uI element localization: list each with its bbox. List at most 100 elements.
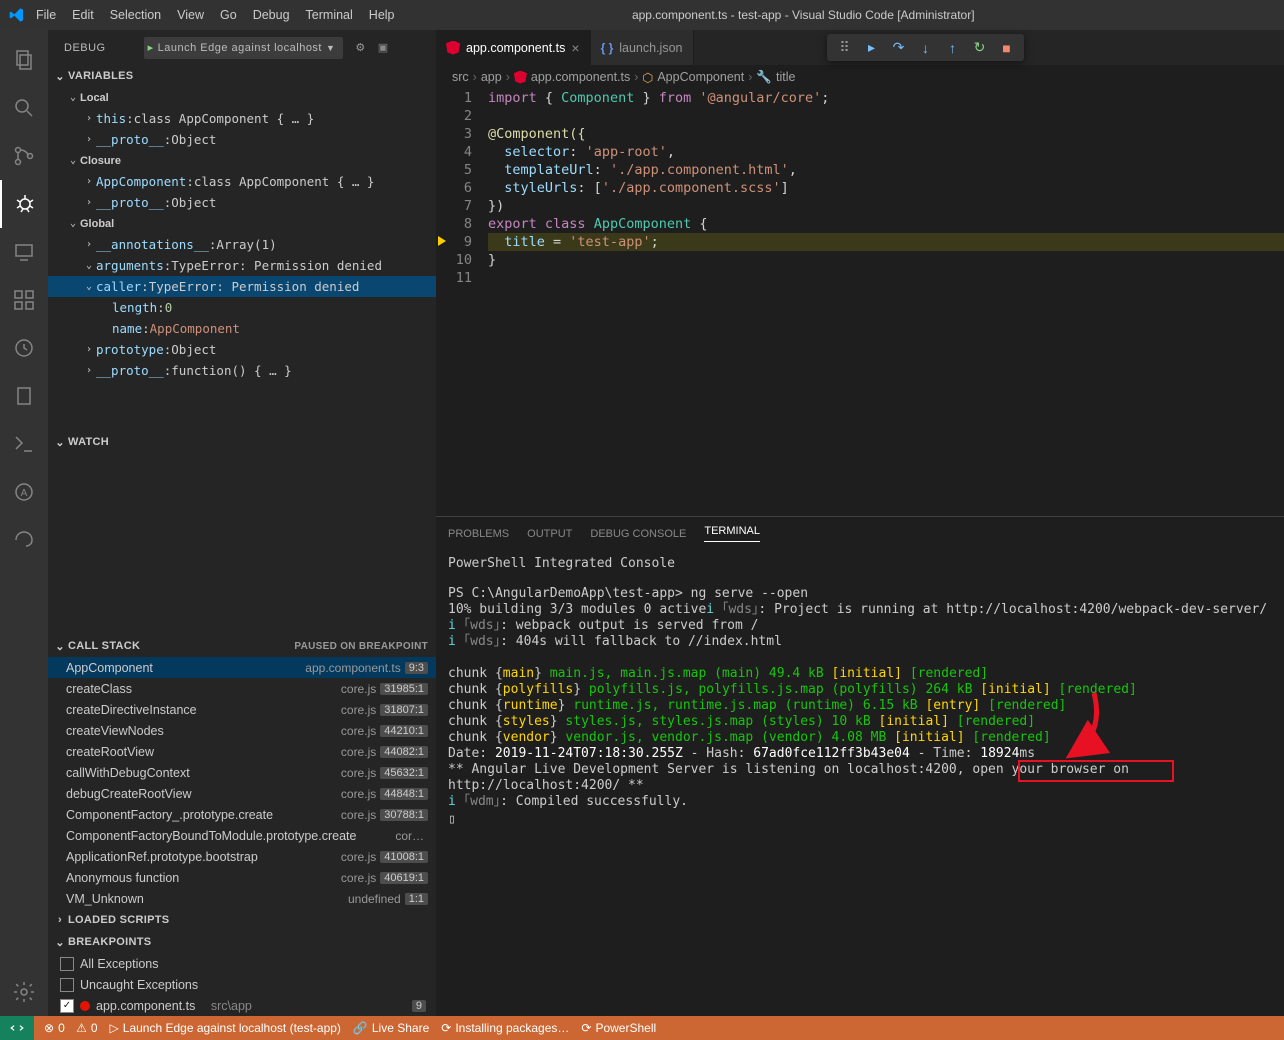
tab-app-component[interactable]: app.component.ts×: [436, 30, 591, 65]
code-editor[interactable]: 1234567891011 import { Component } from …: [436, 89, 1284, 299]
status-liveshare[interactable]: 🔗Live Share: [347, 1016, 435, 1040]
continue-icon[interactable]: ▸: [858, 34, 885, 61]
menu-help[interactable]: Help: [361, 2, 403, 28]
remote-icon[interactable]: [0, 1016, 34, 1040]
var-row[interactable]: ⌄caller: TypeError: Permission denied: [48, 276, 436, 297]
tab-launch-json[interactable]: { }launch.json: [591, 30, 694, 65]
grip-icon[interactable]: ⠿: [831, 34, 858, 61]
scope-closure[interactable]: ⌄Closure: [48, 150, 436, 171]
debug-title: DEBUG: [64, 42, 106, 54]
explorer-icon[interactable]: [0, 36, 48, 84]
status-errors[interactable]: ⊗0 ⚠0: [38, 1016, 104, 1040]
var-row[interactable]: ⌄arguments: TypeError: Permission denied: [48, 255, 436, 276]
status-installing[interactable]: ⟳Installing packages…: [435, 1016, 575, 1040]
scope-local[interactable]: ⌄Local: [48, 87, 436, 108]
terminal-line: i ｢wdm｣: Compiled successfully.: [448, 794, 1272, 810]
menu-go[interactable]: Go: [212, 2, 245, 28]
callstack-row[interactable]: createDirectiveInstancecore.js31807:1: [48, 699, 436, 720]
var-row[interactable]: ›__proto__: function() { … }: [48, 360, 436, 381]
stop-icon[interactable]: ■: [993, 34, 1020, 61]
annotation-arrow-icon: [1054, 683, 1114, 763]
misc-icon-4[interactable]: A: [0, 468, 48, 516]
bp-file[interactable]: ✓app.component.ts src\app9: [48, 995, 436, 1016]
var-row[interactable]: ›__proto__: Object: [48, 192, 436, 213]
section-watch[interactable]: ⌄WATCH: [48, 431, 436, 453]
gear-icon[interactable]: ⚙: [355, 41, 365, 54]
callstack-row[interactable]: callWithDebugContextcore.js45632:1: [48, 762, 436, 783]
panel-tab-problems[interactable]: PROBLEMS: [448, 528, 509, 540]
callstack-row[interactable]: AppComponentapp.component.ts9:3: [48, 657, 436, 678]
terminal-line: i ｢wds｣: 404s will fallback to //index.h…: [448, 634, 1272, 650]
section-callstack[interactable]: ⌄CALL STACKPAUSED ON BREAKPOINT: [48, 635, 436, 657]
callstack-row[interactable]: ComponentFactoryBoundToModule.prototype.…: [48, 825, 436, 846]
status-launch[interactable]: ▷Launch Edge against localhost (test-app…: [104, 1016, 347, 1040]
terminal-line: PS C:\AngularDemoApp\test-app> ng serve …: [448, 586, 1272, 602]
source-control-icon[interactable]: [0, 132, 48, 180]
terminal-body[interactable]: PowerShell Integrated Console PS C:\Angu…: [436, 550, 1284, 1016]
menu-terminal[interactable]: Terminal: [298, 2, 361, 28]
step-out-icon[interactable]: ↑: [939, 34, 966, 61]
checkbox-checked-icon[interactable]: ✓: [60, 999, 74, 1013]
remote-icon[interactable]: [0, 228, 48, 276]
callstack-row[interactable]: createViewNodescore.js44210:1: [48, 720, 436, 741]
section-loaded[interactable]: ›LOADED SCRIPTS: [48, 909, 436, 931]
callstack-row[interactable]: ComponentFactory_.prototype.createcore.j…: [48, 804, 436, 825]
breadcrumb[interactable]: src› app› app.component.ts› ⬡AppComponen…: [436, 65, 1284, 89]
var-row[interactable]: ›__annotations__: Array(1): [48, 234, 436, 255]
debug-console-icon[interactable]: ▣: [378, 41, 389, 54]
terminal-line: i ｢wds｣: webpack output is served from /: [448, 618, 1272, 634]
play-icon: ▷: [110, 1021, 119, 1035]
checkbox-icon[interactable]: [60, 978, 74, 992]
menu-edit[interactable]: Edit: [64, 2, 102, 28]
panel-terminal: PROBLEMS OUTPUT DEBUG CONSOLE TERMINAL P…: [436, 516, 1284, 1016]
extensions-icon[interactable]: [0, 276, 48, 324]
bp-all-exceptions[interactable]: All Exceptions: [48, 953, 436, 974]
checkbox-icon[interactable]: [60, 957, 74, 971]
terminal-line: chunk {polyfills} polyfills.js, polyfill…: [448, 682, 1272, 698]
misc-icon-3[interactable]: [0, 420, 48, 468]
callstack-row[interactable]: VM_Unknownundefined1:1: [48, 888, 436, 909]
var-row[interactable]: ›__proto__: Object: [48, 129, 436, 150]
editor-tabs: app.component.ts× { }launch.json ⠿ ▸ ↷ ↓…: [436, 30, 1284, 65]
code-source[interactable]: import { Component } from '@angular/core…: [488, 89, 1284, 287]
restart-icon[interactable]: ↻: [966, 34, 993, 61]
section-variables[interactable]: ⌄VARIABLES: [48, 65, 436, 87]
misc-icon-5[interactable]: [0, 516, 48, 564]
debug-icon[interactable]: [0, 180, 48, 228]
var-row[interactable]: ›this: class AppComponent { … }: [48, 108, 436, 129]
callstack-row[interactable]: ApplicationRef.prototype.bootstrapcore.j…: [48, 846, 436, 867]
misc-icon-2[interactable]: [0, 372, 48, 420]
var-row[interactable]: ›prototype: Object: [48, 339, 436, 360]
search-icon[interactable]: [0, 84, 48, 132]
section-breakpoints[interactable]: ⌄BREAKPOINTS: [48, 931, 436, 953]
callstack-row[interactable]: createClasscore.js31985:1: [48, 678, 436, 699]
step-into-icon[interactable]: ↓: [912, 34, 939, 61]
menu-file[interactable]: File: [28, 2, 64, 28]
bp-uncaught[interactable]: Uncaught Exceptions: [48, 974, 436, 995]
close-icon[interactable]: ×: [571, 40, 579, 56]
var-row[interactable]: name: AppComponent: [48, 318, 436, 339]
launch-config-dropdown[interactable]: ▸ Launch Edge against localhost ▼: [144, 37, 344, 59]
panel-tab-output[interactable]: OUTPUT: [527, 528, 572, 540]
menu-debug[interactable]: Debug: [245, 2, 298, 28]
angular-icon: [446, 41, 460, 55]
menu-view[interactable]: View: [169, 2, 212, 28]
pause-status: PAUSED ON BREAKPOINT: [294, 641, 428, 652]
terminal-title: PowerShell Integrated Console: [448, 556, 1272, 572]
misc-icon-1[interactable]: [0, 324, 48, 372]
scope-global[interactable]: ⌄Global: [48, 213, 436, 234]
callstack-row[interactable]: Anonymous functioncore.js40619:1: [48, 867, 436, 888]
callstack-row[interactable]: createRootViewcore.js44082:1: [48, 741, 436, 762]
panel-tab-terminal[interactable]: TERMINAL: [704, 525, 760, 542]
status-powershell[interactable]: ⟳PowerShell: [575, 1016, 662, 1040]
launch-config-label: Launch Edge against localhost: [158, 42, 322, 54]
debug-toolbar[interactable]: ⠿ ▸ ↷ ↓ ↑ ↻ ■: [827, 34, 1024, 61]
var-row[interactable]: ›AppComponent: class AppComponent { … }: [48, 171, 436, 192]
var-row[interactable]: length: 0: [48, 297, 436, 318]
menu-selection[interactable]: Selection: [102, 2, 169, 28]
localhost-url[interactable]: http://localhost:4200/: [448, 778, 620, 793]
panel-tab-debugconsole[interactable]: DEBUG CONSOLE: [590, 528, 686, 540]
callstack-row[interactable]: debugCreateRootViewcore.js44848:1: [48, 783, 436, 804]
step-over-icon[interactable]: ↷: [885, 34, 912, 61]
settings-gear-icon[interactable]: [0, 968, 48, 1016]
